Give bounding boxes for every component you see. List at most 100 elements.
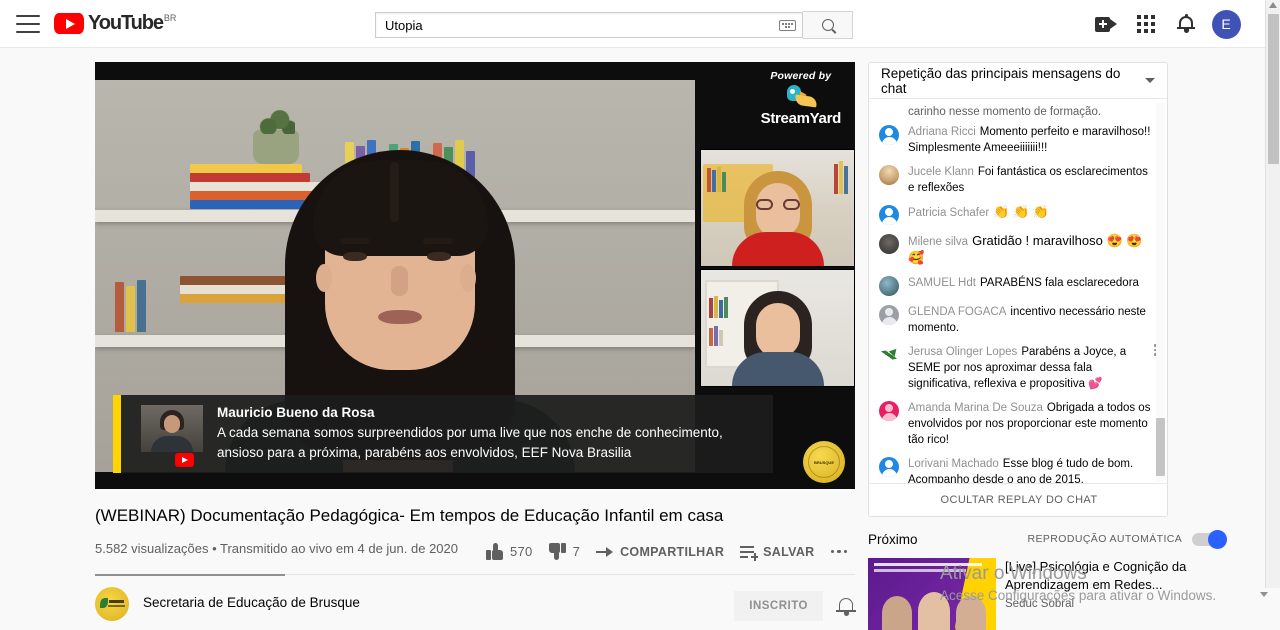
create-video-button[interactable]	[1086, 4, 1126, 44]
youtube-logo-text: YouTube	[88, 12, 164, 34]
search-button[interactable]	[803, 11, 853, 39]
youtube-badge-icon	[175, 453, 194, 467]
video-player[interactable]: Powered by StreamYard BRUSQUE Mauricio B…	[95, 62, 855, 489]
apps-button[interactable]	[1126, 4, 1166, 44]
primary-column: Powered by StreamYard BRUSQUE Mauricio B…	[95, 62, 856, 621]
chat-avatar	[879, 234, 899, 254]
page-content: Powered by StreamYard BRUSQUE Mauricio B…	[0, 48, 1268, 630]
featured-comment-overlay: Mauricio Bueno da Rosa A cada semana som…	[113, 395, 773, 473]
notifications-bell-icon	[1177, 14, 1195, 33]
more-actions-button[interactable]	[823, 544, 856, 560]
scroll-up-arrow-icon[interactable]	[1269, 2, 1277, 8]
overlay-commenter-thumbnail	[141, 405, 203, 452]
chat-author: Lorivani Machado	[908, 458, 999, 470]
chat-message-text: GLENDA FOGACA incentivo necessário neste …	[908, 304, 1159, 336]
notifications-button[interactable]	[1166, 4, 1206, 44]
video-actions: 570 7 COMPARTILHAR SALVAR	[478, 535, 855, 566]
channel-row: Secretaria de Educação de Brusque INSCRI…	[95, 587, 856, 621]
chat-message: Milene silva Gratidão ! maravilhoso 😍 😍 🥰	[879, 229, 1159, 271]
chat-message: Jerusa Olinger Lopes Parabéns a Joyce, a …	[879, 340, 1159, 396]
chat-message-text: Jucele Klann Foi fantástica os esclarecim…	[908, 164, 1159, 196]
up-next-video-item[interactable]: [Live] Psicológia e Cognição da Aprendiz…	[868, 558, 1268, 630]
account-avatar-button[interactable]: E	[1206, 4, 1246, 44]
secondary-column: Repetição das principais mensagens do ch…	[868, 62, 1168, 517]
thumbs-down-icon	[548, 543, 566, 560]
chat-message: Amanda Marina De Souza Obrigada a todos o…	[879, 396, 1159, 452]
chat-message: Patricia Schafer 👏 👏 👏	[879, 200, 1159, 229]
key-dot	[788, 25, 790, 28]
chat-replay-header[interactable]: Repetição das principais mensagens do ch…	[869, 63, 1167, 99]
subscription-bell-button[interactable]	[836, 596, 856, 616]
chat-partial-message: carinho nesse momento de formação.	[908, 106, 1102, 118]
key-dot	[782, 22, 784, 25]
search-input[interactable]	[385, 17, 779, 33]
keyboard-icon[interactable]	[779, 19, 796, 31]
avatar: E	[1211, 9, 1241, 39]
participant-video-2	[700, 269, 855, 387]
overlay-accent-bar	[113, 395, 121, 473]
share-icon	[596, 545, 614, 559]
search-area	[375, 11, 853, 39]
streamyard-name-part1: Stream	[760, 110, 810, 127]
chat-author: Jucele Klann	[908, 166, 974, 178]
up-next-thumbnail[interactable]	[868, 558, 996, 630]
channel-avatar[interactable]	[95, 587, 129, 621]
chat-replay-title: Repetição das principais mensagens do ch…	[881, 65, 1121, 96]
youtube-logo[interactable]: YouTube BR	[54, 13, 176, 34]
up-next-menu-icon[interactable]	[1260, 591, 1268, 597]
search-icon	[821, 19, 834, 31]
chat-message-text: Milene silva Gratidão ! maravilhoso 😍 😍 🥰	[908, 233, 1159, 267]
key-dot	[788, 22, 790, 25]
autoplay-toggle[interactable]	[1192, 529, 1228, 549]
chat-author: SAMUEL Hdt	[908, 277, 976, 289]
key-dot	[785, 25, 787, 28]
chat-avatar	[879, 345, 899, 365]
up-next-title: [Live] Psicológia e Cognição da Aprendiz…	[1005, 559, 1187, 592]
autoplay-control: REPRODUÇÃO AUTOMÁTICA	[1028, 529, 1228, 549]
share-button[interactable]: COMPARTILHAR	[588, 539, 732, 565]
chat-message-text: Patricia Schafer 👏 👏 👏	[908, 204, 1159, 225]
search-box[interactable]	[375, 12, 803, 38]
chat-avatar	[879, 457, 899, 477]
up-next-label: Próximo	[868, 531, 918, 547]
streamyard-watermark: Powered by StreamYard	[760, 70, 842, 127]
chat-avatar	[879, 165, 899, 185]
menu-line	[16, 14, 40, 17]
chat-author: Milene silva	[908, 236, 969, 248]
chat-avatar	[879, 305, 899, 325]
dislike-button[interactable]: 7	[541, 537, 589, 566]
hide-chat-replay-button[interactable]: OCULTAR REPLAY DO CHAT	[869, 483, 1167, 516]
chat-message-list[interactable]: carinho nesse momento de formação. Adria…	[869, 100, 1167, 485]
page-scrollbar[interactable]	[1265, 0, 1280, 588]
meta-divider	[95, 574, 855, 576]
streamyard-name-part2: Yard	[809, 110, 842, 127]
page-scrollbar-thumb[interactable]	[1268, 14, 1279, 164]
chat-message: Jucele Klann Foi fantástica os esclarecim…	[879, 160, 1159, 200]
dislike-count: 7	[572, 544, 581, 559]
share-label: COMPARTILHAR	[620, 544, 725, 559]
key-dot	[785, 22, 787, 25]
chat-message-text: Adriana Ricci Momento perfeito e maravilh…	[908, 124, 1159, 156]
overlay-comment-body: A cada semana somos surpreendidos por um…	[217, 425, 723, 460]
video-meta-row: 5.582 visualizações • Transmitido ao viv…	[95, 535, 855, 566]
up-next-meta: [Live] Psicológia e Cognição da Aprendiz…	[1005, 558, 1240, 630]
save-button[interactable]: SALVAR	[732, 539, 822, 565]
save-playlist-icon	[740, 545, 759, 561]
chat-scrollbar-thumb[interactable]	[1156, 418, 1165, 476]
like-count: 570	[509, 544, 533, 559]
like-button[interactable]: 570	[478, 537, 541, 566]
guide-menu-button[interactable]	[16, 14, 40, 33]
subscribe-button[interactable]: INSCRITO	[734, 591, 823, 621]
channel-name[interactable]: Secretaria de Educação de Brusque	[143, 587, 360, 610]
subscribe-area: INSCRITO	[734, 587, 856, 621]
more-horizontal-icon	[830, 549, 847, 554]
up-next-channel: Seduc Sobral	[1005, 598, 1075, 610]
chat-message-text: Lorivani Machado Esse blog é tudo de bom.…	[908, 456, 1159, 485]
chat-avatar	[879, 401, 899, 421]
badge-text: BRUSQUE	[813, 459, 834, 465]
overlay-comment-author: Mauricio Bueno da Rosa	[217, 405, 375, 420]
chat-author: GLENDA FOGACA	[908, 306, 1007, 318]
chevron-down-icon[interactable]	[1145, 78, 1155, 83]
chat-message: GLENDA FOGACA incentivo necessário neste …	[879, 300, 1159, 340]
streamyard-powered-label: Powered by	[770, 70, 832, 82]
